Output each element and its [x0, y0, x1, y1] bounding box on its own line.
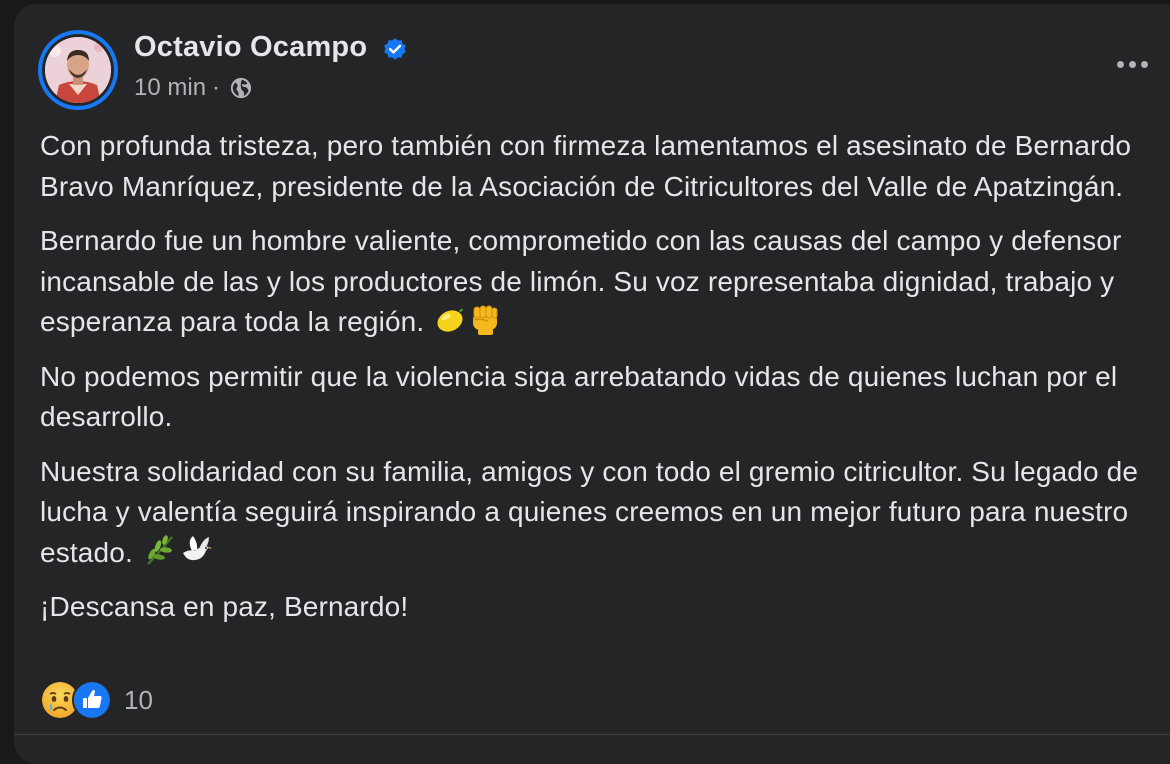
divider [14, 734, 1170, 735]
author-avatar[interactable] [38, 30, 118, 110]
globe-icon[interactable] [230, 77, 252, 99]
post-meta: 10 min · [134, 74, 252, 102]
reactions-bar[interactable]: 10 [40, 680, 153, 720]
reaction-count[interactable]: 10 [124, 685, 153, 716]
author-name[interactable]: Octavio Ocampo [134, 31, 367, 64]
like-reaction-icon [72, 680, 112, 720]
post-paragraph: Bernardo fue un hombre valiente, comprom… [40, 225, 1122, 337]
raised-fist-emoji [473, 305, 498, 335]
post-paragraph: Nuestra solidaridad con su familia, amig… [40, 455, 1139, 568]
more-options-icon [1116, 60, 1124, 68]
lemon-emoji [437, 308, 464, 332]
post-paragraph: Con profunda tristeza, pero también con … [40, 130, 1132, 202]
verified-badge-icon [384, 38, 406, 60]
meta-separator: · [212, 74, 221, 101]
more-options-button[interactable] [1112, 52, 1152, 76]
herb-emoji [147, 534, 173, 565]
post-paragraph: No podemos permitir que la violencia sig… [40, 360, 1118, 433]
post-time[interactable]: 10 min [134, 74, 206, 102]
post-body: Con profunda tristeza, pero también con … [40, 126, 1150, 628]
post-paragraph: ¡Descansa en paz, Bernardo! [40, 591, 409, 622]
avatar-photo [45, 37, 111, 103]
dove-emoji [182, 535, 212, 560]
